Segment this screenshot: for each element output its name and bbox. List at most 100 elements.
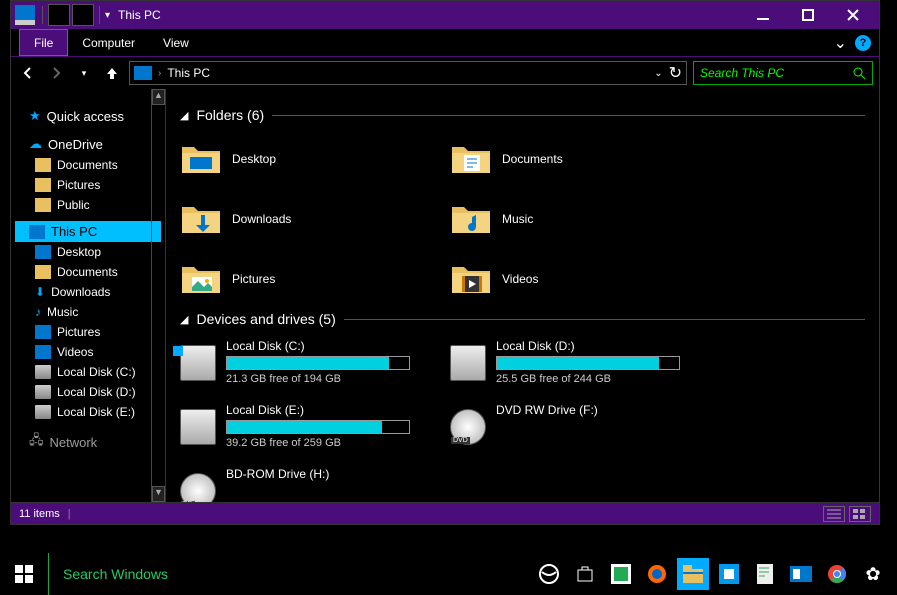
group-header-drives[interactable]: ◢ Devices and drives (5) (180, 311, 865, 327)
drive-free-text: 21.3 GB free of 194 GB (226, 373, 410, 385)
sidebar-item-local-disk-e[interactable]: Local Disk (E:) (15, 402, 161, 422)
star-icon: ★ (29, 108, 41, 124)
drive-label: Local Disk (C:) (226, 339, 410, 353)
scroll-down-icon[interactable]: ▼ (152, 486, 165, 502)
file-tab[interactable]: File (19, 29, 68, 56)
status-bar: 11 items | (11, 502, 879, 524)
navigation-pane: ★Quick access ☁ OneDrive Documents Pictur… (11, 89, 166, 502)
sidebar-item-label: OneDrive (48, 137, 103, 152)
sidebar-item-network[interactable]: 🖧Network (15, 428, 161, 456)
sidebar-item-label: Pictures (57, 178, 100, 192)
tiles-view-button[interactable] (849, 506, 871, 522)
folder-label: Videos (502, 272, 538, 286)
taskbar-app2-icon[interactable] (713, 558, 745, 590)
qat-dropdown-icon[interactable]: ▾ (105, 10, 110, 21)
refresh-button[interactable]: ↻ (669, 63, 682, 83)
address-dropdown-icon[interactable]: ⌄ (654, 68, 662, 79)
ribbon-tab-view[interactable]: View (149, 32, 203, 54)
sidebar-item-local-disk-d[interactable]: Local Disk (D:) (15, 382, 161, 402)
sidebar-item-label: Local Disk (D:) (57, 385, 136, 399)
drive-label: Local Disk (D:) (496, 339, 680, 353)
titlebar[interactable]: ▾ This PC (11, 1, 879, 29)
sidebar-item-this-pc[interactable]: This PC (15, 221, 161, 242)
taskbar-app3-icon[interactable] (749, 558, 781, 590)
sidebar-item-pictures[interactable]: Pictures (15, 175, 161, 195)
music-folder-icon (450, 201, 492, 237)
drive-icon (35, 365, 51, 379)
taskbar-app4-icon[interactable] (785, 558, 817, 590)
close-button[interactable] (830, 4, 875, 26)
sidebar-item-quick-access[interactable]: ★Quick access (15, 105, 161, 127)
taskbar-search[interactable]: Search Windows (48, 553, 348, 595)
sidebar-item-downloads[interactable]: ⬇ Downloads (15, 282, 161, 302)
sidebar-item-onedrive[interactable]: ☁ OneDrive (15, 133, 161, 155)
sidebar-item-local-disk-c[interactable]: Local Disk (C:) (15, 362, 161, 382)
sidebar-item-label: Network (50, 435, 98, 450)
sidebar-item-label: Documents (57, 265, 118, 279)
cloud-icon: ☁ (29, 136, 42, 152)
drive-icon (450, 345, 486, 381)
sidebar-item-label: Downloads (51, 285, 110, 299)
drive-icon (35, 405, 51, 419)
taskbar-chrome-icon[interactable] (821, 558, 853, 590)
address-field[interactable]: › This PC ⌄ ↻ (129, 61, 687, 85)
sidebar-scrollbar[interactable]: ▲ ▼ (151, 89, 165, 502)
documents-folder-icon (450, 141, 492, 177)
scroll-up-icon[interactable]: ▲ (152, 89, 165, 105)
folder-item-music[interactable]: Music (450, 195, 680, 243)
ribbon-expand-icon[interactable]: ⌄ (834, 33, 847, 53)
sidebar-item-videos[interactable]: Videos (15, 342, 161, 362)
collapse-icon[interactable]: ◢ (180, 313, 188, 326)
ribbon-tab-computer[interactable]: Computer (68, 32, 149, 54)
taskbar-explorer-icon[interactable] (677, 558, 709, 590)
sidebar-item-music[interactable]: ♪Music (15, 302, 161, 322)
drive-usage-bar (226, 356, 410, 370)
sidebar-item-documents[interactable]: Documents (15, 155, 161, 175)
drive-item[interactable]: Local Disk (E:)39.2 GB free of 259 GB (180, 403, 410, 453)
taskbar-edge-icon[interactable] (533, 558, 565, 590)
search-input[interactable]: Search This PC (693, 61, 873, 85)
recent-locations-button[interactable]: ▾ (73, 62, 95, 84)
videos-folder-icon (450, 261, 492, 297)
drive-icon (180, 409, 216, 445)
drive-item[interactable]: Local Disk (C:) 21.3 GB free of 194 GB (180, 339, 410, 389)
folder-item-downloads[interactable]: Downloads (180, 195, 410, 243)
taskbar-store-icon[interactable] (569, 558, 601, 590)
forward-button[interactable] (45, 62, 67, 84)
taskbar-app1-icon[interactable] (605, 558, 637, 590)
folder-item-pictures[interactable]: Pictures (180, 255, 410, 303)
back-button[interactable] (17, 62, 39, 84)
start-button[interactable] (0, 553, 48, 595)
downloads-icon: ⬇ (35, 285, 45, 299)
sidebar-item-documents[interactable]: Documents (15, 262, 161, 282)
folder-item-videos[interactable]: Videos (450, 255, 680, 303)
sidebar-item-pictures[interactable]: Pictures (15, 322, 161, 342)
drive-free-text: 25.5 GB free of 244 GB (496, 373, 680, 385)
content-pane: ◢ Folders (6) Desktop Documents Downloads M… (166, 89, 879, 502)
folder-label: Downloads (232, 212, 291, 226)
taskbar-search-placeholder: Search Windows (63, 566, 168, 582)
drive-item[interactable]: Local Disk (D:) 25.5 GB free of 244 GB (450, 339, 680, 389)
taskbar-settings-icon[interactable]: ✿ (857, 558, 889, 590)
maximize-button[interactable] (785, 4, 830, 26)
qat-properties-icon[interactable] (48, 4, 70, 26)
collapse-icon[interactable]: ◢ (180, 109, 188, 122)
sidebar-item-public[interactable]: Public (15, 195, 161, 215)
up-button[interactable] (101, 62, 123, 84)
folder-item-documents[interactable]: Documents (450, 135, 680, 183)
sidebar-item-label: Public (57, 198, 90, 212)
folder-item-desktop[interactable]: Desktop (180, 135, 410, 183)
group-header-folders[interactable]: ◢ Folders (6) (180, 107, 865, 123)
drive-item[interactable]: DVDDVD RW Drive (F:) (450, 403, 680, 453)
window-title: This PC (118, 8, 740, 22)
drive-item[interactable]: BDBD-ROM Drive (H:) (180, 467, 410, 502)
search-icon (853, 67, 866, 80)
help-icon[interactable]: ? (855, 35, 871, 51)
minimize-button[interactable] (740, 4, 785, 26)
sidebar-item-desktop[interactable]: Desktop (15, 242, 161, 262)
qat-new-folder-icon[interactable] (72, 4, 94, 26)
sidebar-item-label: Videos (57, 345, 93, 359)
details-view-button[interactable] (823, 506, 845, 522)
folder-icon (35, 158, 51, 172)
taskbar-firefox-icon[interactable] (641, 558, 673, 590)
